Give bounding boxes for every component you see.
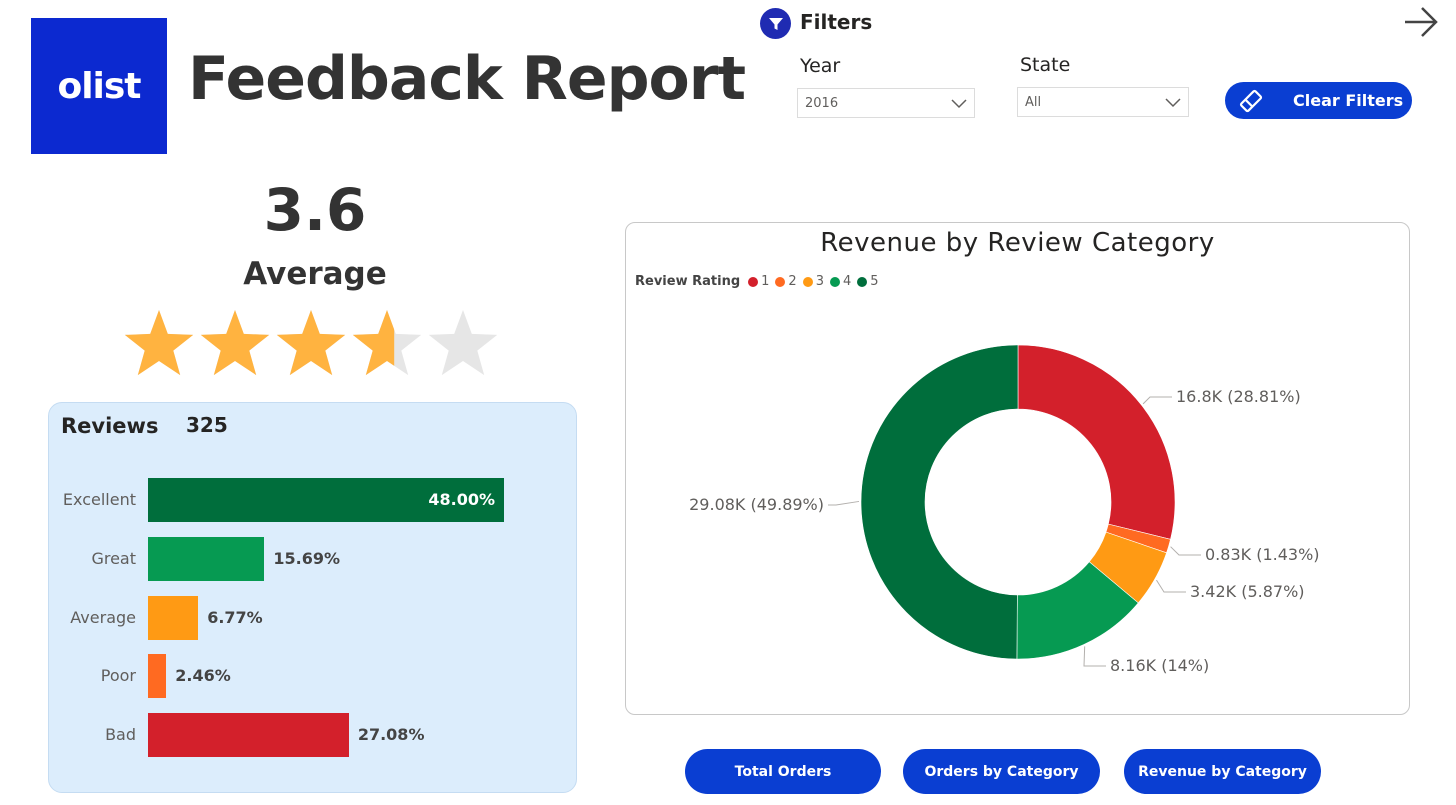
average-rating-label: Average <box>243 256 387 292</box>
funnel-icon <box>760 8 791 39</box>
total-orders-label: Total Orders <box>734 763 832 780</box>
bar-label: Average <box>70 607 136 627</box>
chevron-down-icon <box>1165 98 1181 108</box>
revenue-by-category-button[interactable]: Revenue by Category <box>1124 749 1321 794</box>
legend-dot <box>748 276 759 287</box>
bar-value-label: 27.08% <box>357 725 425 745</box>
legend-label: 2 <box>788 274 797 289</box>
state-dropdown-value: All <box>1025 94 1042 110</box>
filters-title: Filters <box>800 10 873 34</box>
bar-value-label: 2.46% <box>175 666 231 686</box>
state-dropdown[interactable]: All <box>1017 87 1189 117</box>
bar-label: Excellent <box>62 490 136 509</box>
legend-item[interactable]: 3 <box>802 274 824 289</box>
orders-by-category-button[interactable]: Orders by Category <box>903 749 1100 794</box>
bar-value-label: 15.69% <box>273 548 340 568</box>
legend-label: 4 <box>842 274 852 289</box>
legend-item[interactable]: 2 <box>775 274 797 289</box>
clear-filters-button[interactable]: Clear Filters <box>1225 82 1412 119</box>
star-filled-icon <box>124 310 194 376</box>
review-bar[interactable] <box>148 536 265 581</box>
review-bar[interactable] <box>148 654 167 699</box>
bar-value-label: 6.77% <box>207 607 263 627</box>
leader-line <box>1083 646 1106 667</box>
leader-line <box>828 500 860 506</box>
donut-slice[interactable] <box>1017 344 1176 540</box>
page-title: Feedback Report <box>188 44 746 114</box>
leader-line <box>1156 579 1186 593</box>
leader-line <box>1170 546 1201 556</box>
star-rating <box>124 310 498 376</box>
leader-line <box>1142 396 1172 405</box>
clear-filters-label: Clear Filters <box>1293 91 1404 110</box>
star-empty-icon <box>428 310 498 376</box>
legend-label: 5 <box>870 274 879 289</box>
legend-dot <box>802 276 813 287</box>
legend-dot <box>775 276 786 287</box>
reviews-title: Reviews <box>61 414 159 438</box>
legend-dot <box>857 276 868 287</box>
revenue-by-category-label: Revenue by Category <box>1138 763 1307 780</box>
legend-label: 1 <box>761 274 770 289</box>
bar-label: Poor <box>100 666 136 686</box>
donut-slice[interactable] <box>860 344 1019 660</box>
olist-logo: olist <box>31 18 167 154</box>
legend-item[interactable]: 5 <box>857 274 879 289</box>
orders-by-category-label: Orders by Category <box>924 763 1079 780</box>
legend-label: 3 <box>815 274 824 289</box>
slice-data-label: 0.83K (1.43%) <box>1205 545 1320 564</box>
reviews-count: 325 <box>186 413 228 437</box>
bar-label: Bad <box>105 725 136 745</box>
revenue-donut-chart: 16.8K (28.81%) 0.83K (1.43%) 3.42K (5.87%)… <box>689 344 1320 675</box>
logo-text: olist <box>57 65 141 107</box>
eraser-icon <box>1239 89 1263 112</box>
star-filled-icon <box>200 310 270 376</box>
average-rating-value: 3.6 <box>263 176 367 244</box>
slice-data-label: 29.08K (49.89%) <box>689 495 824 514</box>
legend-item[interactable]: 4 <box>829 274 852 289</box>
slice-data-label: 8.16K (14%) <box>1110 656 1209 675</box>
year-filter-label: Year <box>800 55 841 77</box>
bar-label: Great <box>91 548 136 568</box>
year-dropdown-value: 2016 <box>805 95 839 111</box>
slice-data-label: 16.8K (28.81%) <box>1176 387 1301 406</box>
review-bar[interactable] <box>148 595 199 640</box>
star-filled-icon <box>276 310 346 376</box>
year-dropdown[interactable]: 2016 <box>797 88 975 118</box>
legend-item[interactable]: 1 <box>748 274 769 289</box>
state-filter-label: State <box>1020 54 1071 76</box>
chart-title: Revenue by Review Category <box>820 228 1215 258</box>
chart-legend: Review Rating 1 2 3 4 5 <box>635 274 885 289</box>
chevron-down-icon <box>951 99 967 109</box>
slice-data-label: 3.42K (5.87%) <box>1190 582 1305 601</box>
bar-value-label: 48.00% <box>428 490 495 509</box>
arrow-right-icon[interactable] <box>1402 4 1440 40</box>
legend-dot <box>829 276 840 287</box>
review-bar[interactable] <box>148 713 349 758</box>
total-orders-button[interactable]: Total Orders <box>685 749 881 794</box>
legend-title: Review Rating <box>635 274 741 289</box>
